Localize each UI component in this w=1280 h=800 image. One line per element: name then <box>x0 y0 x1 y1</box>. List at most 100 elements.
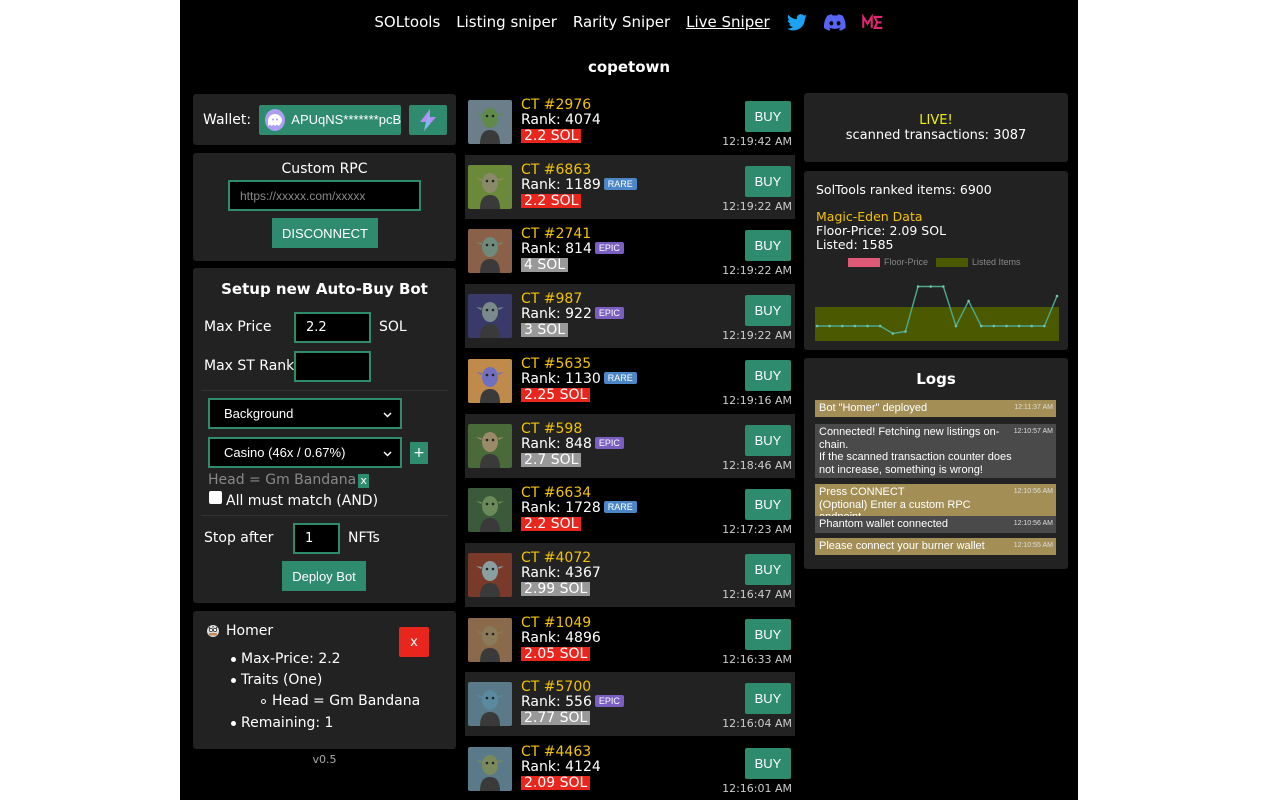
add-trait-button[interactable]: + <box>410 442 428 464</box>
floor-price-point <box>979 324 983 328</box>
nft-thumbnail[interactable] <box>468 358 512 403</box>
nft-name[interactable]: CT #4463 <box>521 744 591 760</box>
listing-time: 12:19:16 AM <box>722 393 792 407</box>
wallet-button[interactable]: APUqNS*******pcB <box>259 104 402 135</box>
twitter-icon[interactable] <box>786 11 808 33</box>
floor-price-point <box>954 324 958 328</box>
floor-price-point <box>866 324 869 328</box>
trait-value-select[interactable]: Casino (46x / 0.67%) <box>208 437 402 468</box>
rarity-badge: RARE <box>603 177 637 190</box>
bot-trait: Head = Gm Bandana <box>272 693 421 709</box>
deploy-bot-button[interactable]: Deploy Bot <box>282 561 366 591</box>
trait-type-select[interactable]: Background <box>208 398 402 429</box>
all-must-match-checkbox[interactable] <box>209 491 222 504</box>
nft-thumbnail[interactable] <box>468 617 512 662</box>
nft-thumbnail[interactable] <box>468 682 512 727</box>
nft-name[interactable]: CT #6634 <box>521 485 591 501</box>
version: v0.5 <box>312 753 337 766</box>
floor-price-point <box>992 324 996 328</box>
buy-button[interactable]: BUY <box>745 553 791 585</box>
buy-button[interactable]: BUY <box>745 618 791 650</box>
nft-thumbnail[interactable] <box>468 229 512 274</box>
buy-button[interactable]: BUY <box>745 230 791 262</box>
listing-time: 12:16:47 AM <box>722 587 792 601</box>
nft-name[interactable]: CT #2976 <box>521 97 591 113</box>
nft-rank: Rank: 4896 <box>521 630 601 646</box>
delete-bot-button[interactable]: x <box>399 627 429 657</box>
floor-price-point <box>916 285 920 288</box>
buy-button[interactable]: BUY <box>745 489 791 521</box>
nft-thumbnail[interactable] <box>468 164 512 209</box>
discord-icon[interactable] <box>823 11 846 33</box>
buy-button[interactable]: BUY <box>745 748 791 779</box>
nav-soltools[interactable]: SOLtools <box>374 13 440 31</box>
listing-row: CT #2741 Rank: 814 EPIC 4 SOL BUY 12:19:2… <box>465 219 795 283</box>
nav-rarity-sniper[interactable]: Rarity Sniper <box>573 13 670 31</box>
nft-thumbnail[interactable] <box>468 488 512 533</box>
nft-name[interactable]: CT #1049 <box>521 615 591 631</box>
active-bot-card: Homer x Max-Price: 2.2 Traits (One) Head… <box>193 611 456 749</box>
stop-after-value: 1 <box>305 531 314 546</box>
nft-rank-text: Rank: 1130 <box>521 370 601 387</box>
buy-button[interactable]: BUY <box>745 359 791 391</box>
log-entry: Bot "Homer" deployed 12:11:37 AM <box>815 400 1056 417</box>
buy-button[interactable]: BUY <box>745 683 791 715</box>
magic-eden-icon[interactable] <box>861 11 884 33</box>
nft-name[interactable]: CT #6863 <box>521 162 591 178</box>
log-entry: Phantom wallet connected 12:10:56 AM <box>815 516 1056 533</box>
rpc-title: Custom RPC <box>281 161 368 177</box>
listing-time: 12:19:22 AM <box>722 264 792 278</box>
nft-name[interactable]: CT #2741 <box>521 226 591 242</box>
nft-rank: Rank: 1728 RARE <box>521 500 637 516</box>
floor-price-point <box>942 285 945 288</box>
nav-listing-sniper[interactable]: Listing sniper <box>456 13 557 31</box>
listing-row: CT #5700 Rank: 556 EPIC 2.77 SOL BUY 12:1… <box>465 672 795 737</box>
nft-name[interactable]: CT #4072 <box>521 550 591 566</box>
buy-button[interactable]: BUY <box>745 165 791 197</box>
remove-trait-button[interactable]: x <box>358 474 370 488</box>
nft-rank: Rank: 922 EPIC <box>521 306 624 322</box>
disconnect-button[interactable]: DISCONNECT <box>272 218 378 248</box>
bullet <box>261 699 266 704</box>
listing-row: CT #2976 Rank: 4074 2.2 SOL BUY 12:19:42… <box>465 90 795 154</box>
nft-name[interactable]: CT #5635 <box>521 356 591 372</box>
buy-button[interactable]: BUY <box>745 424 791 456</box>
listing-time: 12:16:33 AM <box>722 652 792 666</box>
max-rank-input[interactable] <box>294 351 371 382</box>
floor-price-point <box>1030 324 1034 328</box>
rpc-input[interactable]: https://xxxxx.com/xxxxx <box>228 180 421 211</box>
floor-price-point <box>1055 294 1059 298</box>
nav-live-sniper[interactable]: Live Sniper <box>686 13 770 31</box>
nft-thumbnail[interactable] <box>468 552 512 597</box>
nft-thumbnail[interactable] <box>468 294 512 339</box>
lightning-icon <box>420 108 437 131</box>
nft-name[interactable]: CT #987 <box>521 291 582 307</box>
log-text: Bot "Homer" deployed <box>819 402 928 414</box>
listing-row: CT #4072 Rank: 4367 2.99 SOL BUY 12:16:4… <box>465 542 795 607</box>
max-price-input[interactable]: 2.2 <box>294 312 371 343</box>
nft-rank: Rank: 1130 RARE <box>521 371 637 387</box>
log-text: Phantom wallet connected <box>819 518 949 530</box>
nft-thumbnail[interactable] <box>468 747 512 791</box>
live-status: LIVE! <box>919 113 953 128</box>
bolt-button[interactable] <box>409 104 448 135</box>
trait-type-value: Background <box>224 406 294 421</box>
nft-price: 2.2 SOL <box>521 129 582 143</box>
wallet-panel: Wallet: APUqNS*******pcB <box>193 94 456 145</box>
listing-row: CT #4463 Rank: 4124 2.09 SOL BUY 12:16:0… <box>465 737 795 800</box>
buy-button[interactable]: BUY <box>745 101 791 132</box>
stop-after-input[interactable]: 1 <box>293 523 340 554</box>
collection-title: copetown <box>587 58 671 76</box>
bot-avatar-icon <box>206 624 220 642</box>
scanned-count: scanned transactions: 3087 <box>845 128 1027 143</box>
nft-rank: Rank: 4074 <box>521 112 601 128</box>
nft-thumbnail[interactable] <box>468 423 512 468</box>
nft-thumbnail[interactable] <box>468 100 512 144</box>
nft-rank: Rank: 1189 RARE <box>521 177 637 193</box>
nft-name[interactable]: CT #598 <box>521 421 582 437</box>
nft-rank-text: Rank: 1728 <box>521 500 601 517</box>
nft-name[interactable]: CT #5700 <box>521 679 591 695</box>
listing-time: 12:16:01 AM <box>722 782 792 795</box>
floor-chart <box>815 285 1059 341</box>
buy-button[interactable]: BUY <box>745 295 791 327</box>
